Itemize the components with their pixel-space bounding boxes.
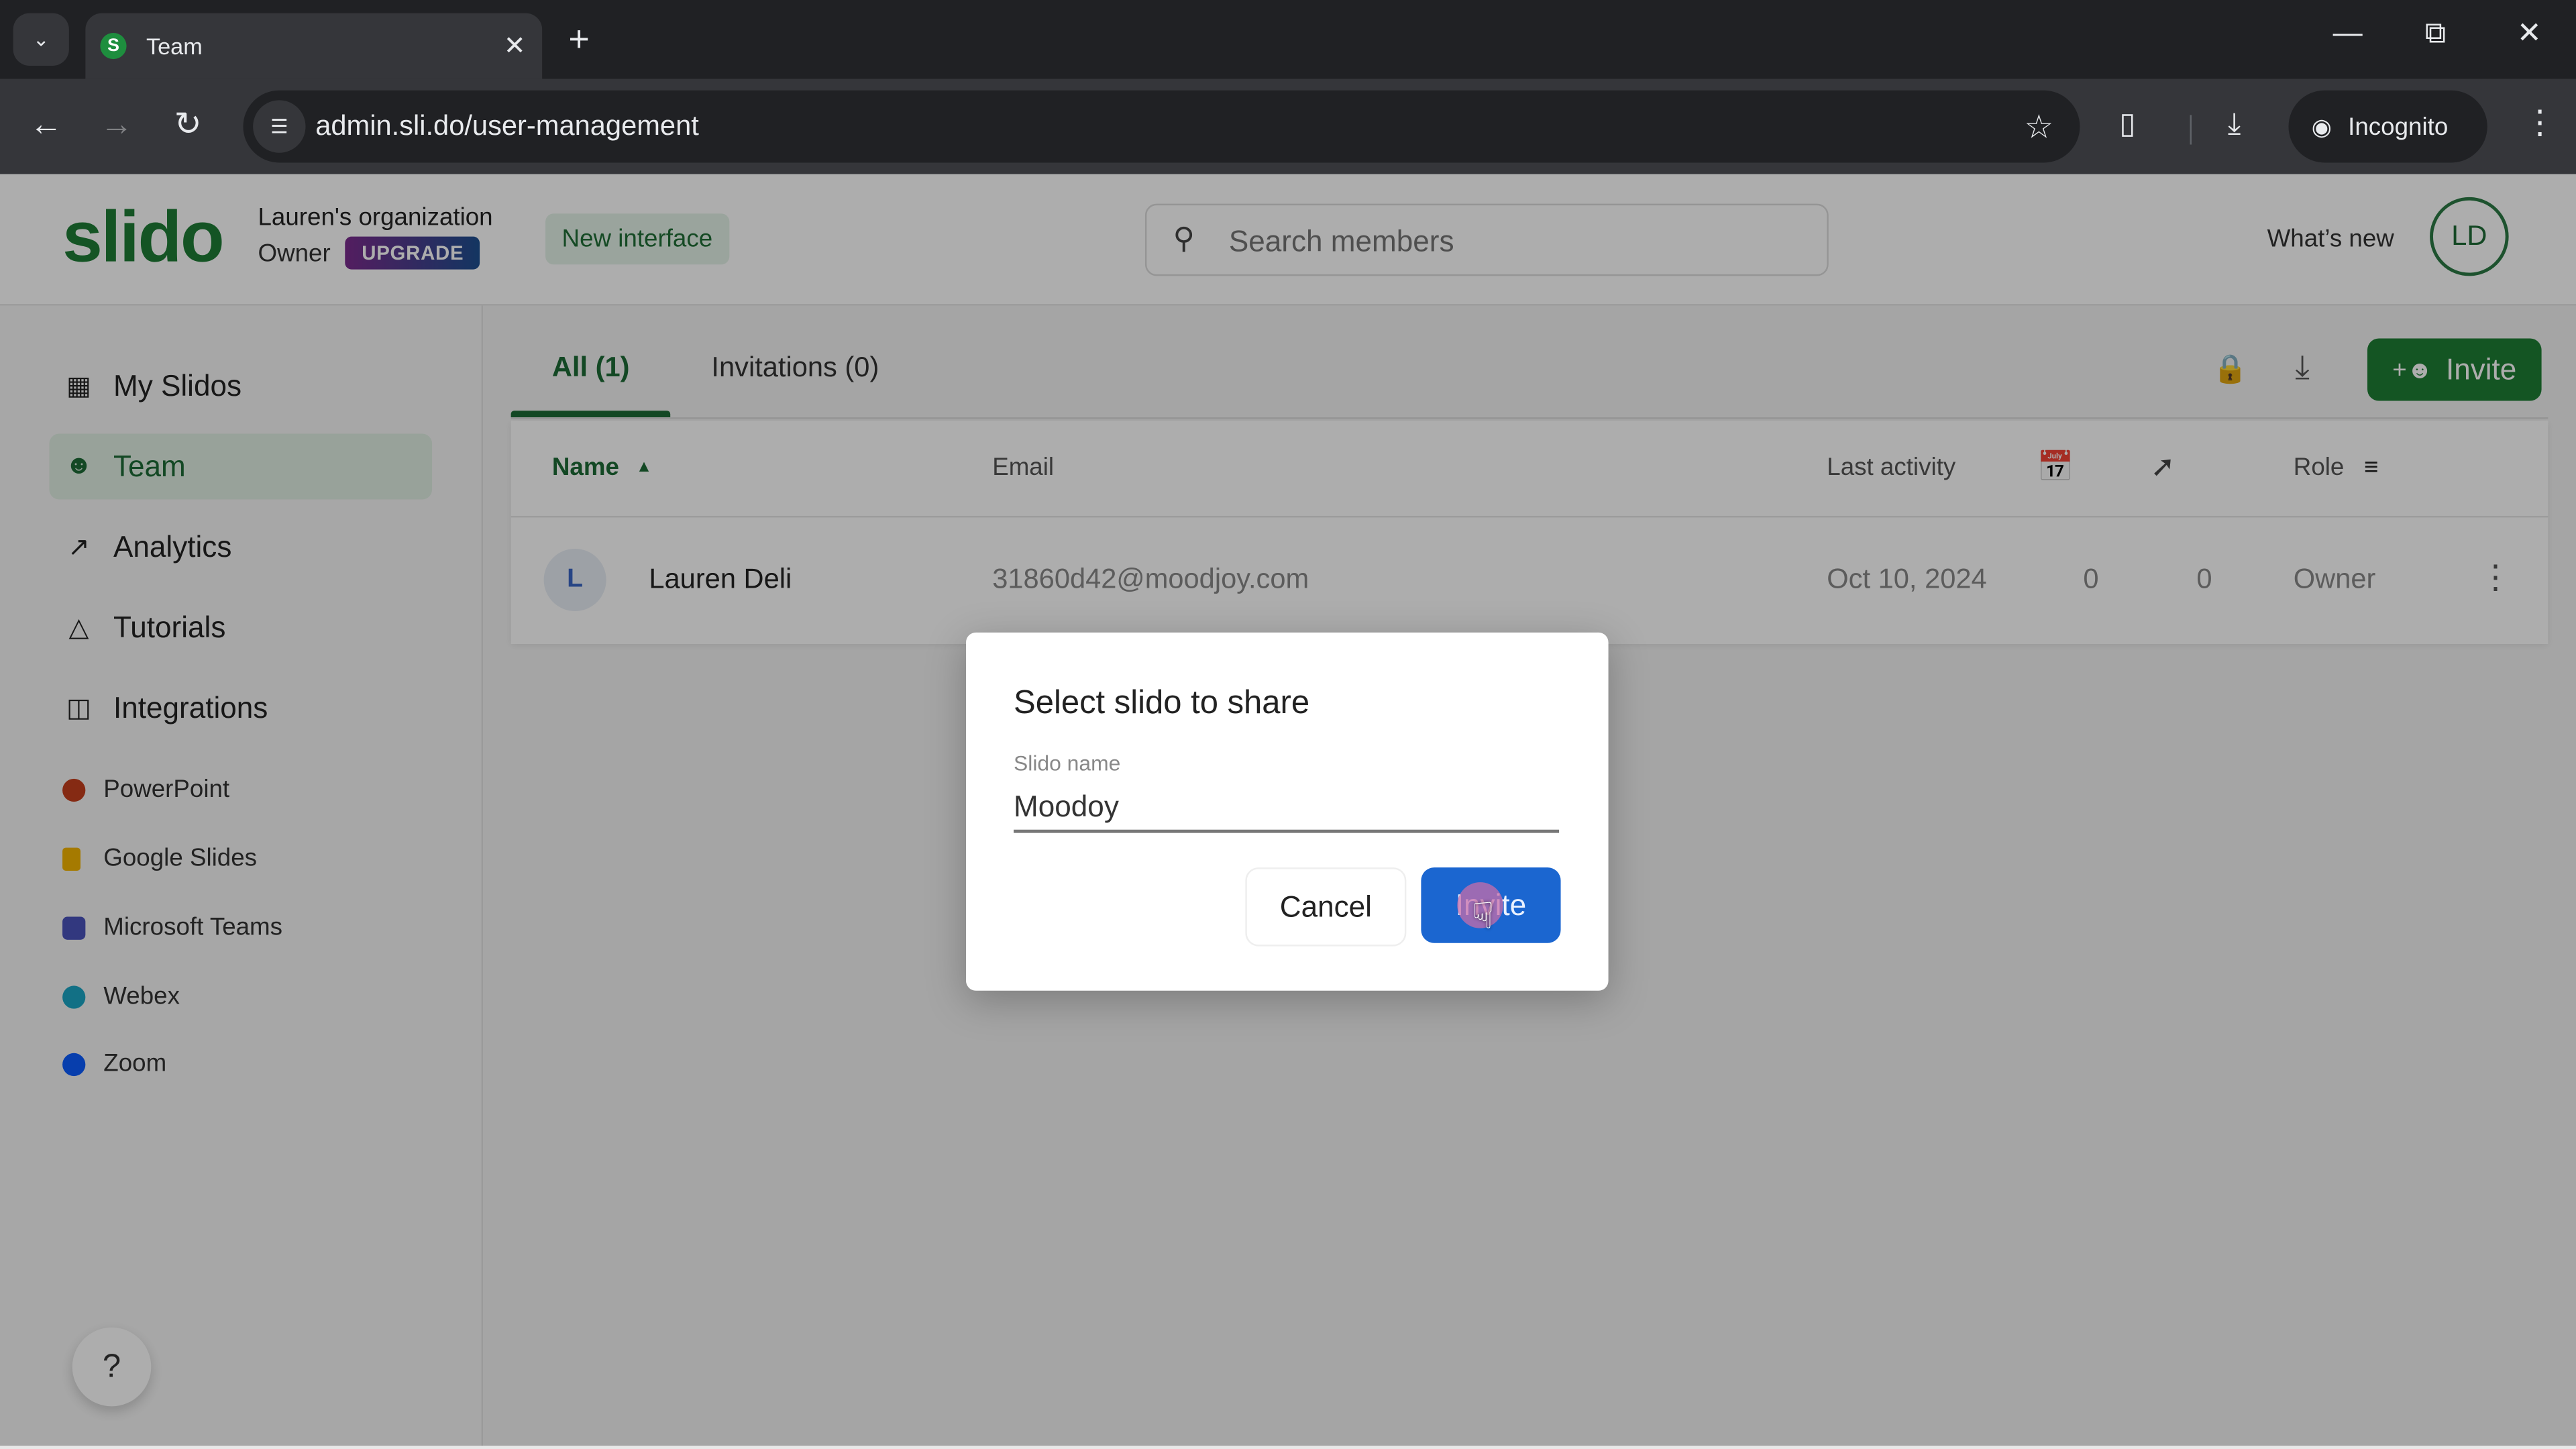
dialog-title: Select slido to share xyxy=(1014,685,1310,722)
new-tab-icon[interactable]: + xyxy=(568,19,589,59)
toolbar-divider xyxy=(2190,115,2192,145)
back-icon[interactable]: ← xyxy=(30,105,62,145)
minimize-icon[interactable]: — xyxy=(2333,16,2363,50)
downloads-icon[interactable]: ⤓ xyxy=(2228,107,2241,141)
bookmark-star-icon[interactable]: ☆ xyxy=(2024,107,2053,148)
bottom-edge xyxy=(0,1446,2576,1449)
site-settings-icon[interactable]: ☰ xyxy=(253,100,306,153)
browser-toolbar: ← → ↻ ☰ admin.sli.do/user-management ☆ ▯… xyxy=(0,78,2576,174)
hand-cursor-icon: ☟ xyxy=(1472,895,1495,936)
close-window-icon[interactable]: ✕ xyxy=(2517,16,2542,50)
slido-name-label: Slido name xyxy=(1014,751,1121,775)
screen: ⌄ S Team ✕ + — ⧉ ✕ ← → ↻ ☰ admin.sli.do/… xyxy=(0,0,2576,1449)
extensions-icon[interactable]: ▯ xyxy=(2119,107,2135,141)
tab-title: Team xyxy=(146,32,203,60)
select-slido-dialog: Select slido to share Slido name Cancel … xyxy=(966,632,1609,991)
slido-favicon-icon: S xyxy=(100,32,127,60)
browser-tab-bar: ⌄ S Team ✕ + — ⧉ ✕ xyxy=(0,0,2576,79)
slido-name-input[interactable] xyxy=(1014,784,1560,833)
incognito-indicator[interactable]: ◉ Incognito xyxy=(2288,90,2487,163)
incognito-icon: ◉ xyxy=(2311,112,2332,139)
reload-icon[interactable]: ↻ xyxy=(174,105,202,145)
chevron-down-icon: ⌄ xyxy=(32,28,50,51)
cancel-button[interactable]: Cancel xyxy=(1245,867,1407,947)
browser-tab[interactable]: S Team ✕ xyxy=(85,13,543,79)
tab-search-button[interactable]: ⌄ xyxy=(13,13,69,66)
close-tab-icon[interactable]: ✕ xyxy=(504,30,526,62)
restore-icon[interactable]: ⧉ xyxy=(2425,16,2446,50)
browser-menu-icon[interactable]: ⋮ xyxy=(2524,102,2557,143)
url-text[interactable]: admin.sli.do/user-management xyxy=(315,110,699,143)
incognito-label: Incognito xyxy=(2348,112,2449,141)
forward-icon[interactable]: → xyxy=(100,105,133,145)
address-bar[interactable]: ☰ admin.sli.do/user-management ☆ xyxy=(243,90,2080,163)
